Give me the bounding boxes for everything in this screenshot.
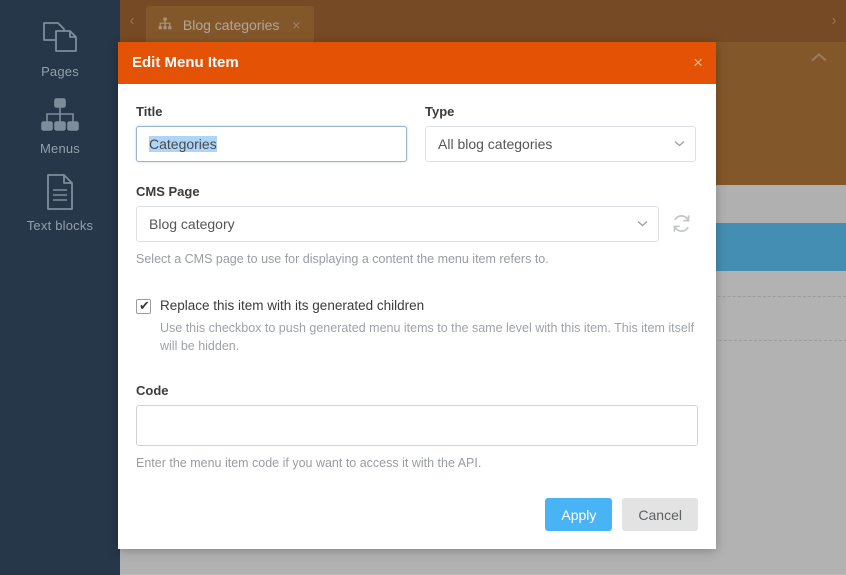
replace-children-label: Replace this item with its generated chi… xyxy=(160,298,425,314)
cms-page-label: CMS Page xyxy=(136,184,200,199)
cms-page-field-group: CMS Page Blog category Select a CMS page… xyxy=(136,184,698,268)
code-label: Code xyxy=(136,383,169,399)
pages-icon xyxy=(0,18,120,58)
cms-page-select-value: Blog category xyxy=(149,216,235,232)
sitemap-icon xyxy=(0,95,120,135)
type-select[interactable]: All blog categories xyxy=(425,126,696,162)
cms-page-help: Select a CMS page to use for displaying … xyxy=(136,252,549,266)
replace-children-row[interactable]: ✔ Replace this item with its generated c… xyxy=(136,298,698,315)
type-label: Type xyxy=(425,104,455,119)
type-select-value: All blog categories xyxy=(438,136,553,152)
cms-page-select[interactable]: Blog category xyxy=(136,206,659,242)
main-sidebar: Pages Menus Text blocks xyxy=(0,0,120,575)
title-input[interactable]: Categories xyxy=(136,126,407,162)
code-input[interactable] xyxy=(136,405,698,447)
dialog-body: Title Categories Type All blog categorie… xyxy=(118,84,716,549)
document-icon xyxy=(0,172,120,212)
edit-menu-item-dialog: Edit Menu Item × Title Categories Type A… xyxy=(118,42,716,549)
replace-children-checkbox[interactable]: ✔ xyxy=(136,298,151,315)
app-root: ‹ Blog categories × › Blog categories xyxy=(0,0,846,575)
cms-page-row: Blog category xyxy=(136,206,698,242)
sidebar-item-pages[interactable]: Pages xyxy=(0,18,120,79)
sidebar-item-label: Menus xyxy=(39,141,81,156)
cancel-button[interactable]: Cancel xyxy=(622,498,698,531)
sidebar-item-label: Text blocks xyxy=(26,218,94,233)
apply-button[interactable]: Apply xyxy=(545,498,613,531)
dialog-header: Edit Menu Item × xyxy=(118,42,716,84)
replace-children-help: Use this checkbox to push generated menu… xyxy=(160,321,695,354)
dialog-footer: Apply Cancel xyxy=(545,498,698,531)
sidebar-item-menus[interactable]: Menus xyxy=(0,95,120,156)
replace-children-group: ✔ Replace this item with its generated c… xyxy=(136,298,698,355)
refresh-icon[interactable] xyxy=(671,213,693,235)
code-field-group: Code Enter the menu item code if you wan… xyxy=(136,383,698,472)
dialog-title: Edit Menu Item xyxy=(132,54,239,71)
chevron-down-icon xyxy=(674,127,685,161)
chevron-down-icon xyxy=(637,207,648,241)
title-label: Title xyxy=(136,104,163,119)
sidebar-item-text-blocks[interactable]: Text blocks xyxy=(0,172,120,233)
code-help: Enter the menu item code if you want to … xyxy=(136,456,482,471)
title-input-value: Categories xyxy=(149,136,217,152)
title-type-row: Title Categories Type All blog categorie… xyxy=(136,104,698,162)
title-field-group: Title Categories xyxy=(136,104,407,162)
sidebar-item-label: Pages xyxy=(41,64,79,79)
close-icon[interactable]: × xyxy=(693,42,703,84)
check-icon: ✔ xyxy=(139,298,150,314)
type-field-group: Type All blog categories xyxy=(425,104,696,162)
